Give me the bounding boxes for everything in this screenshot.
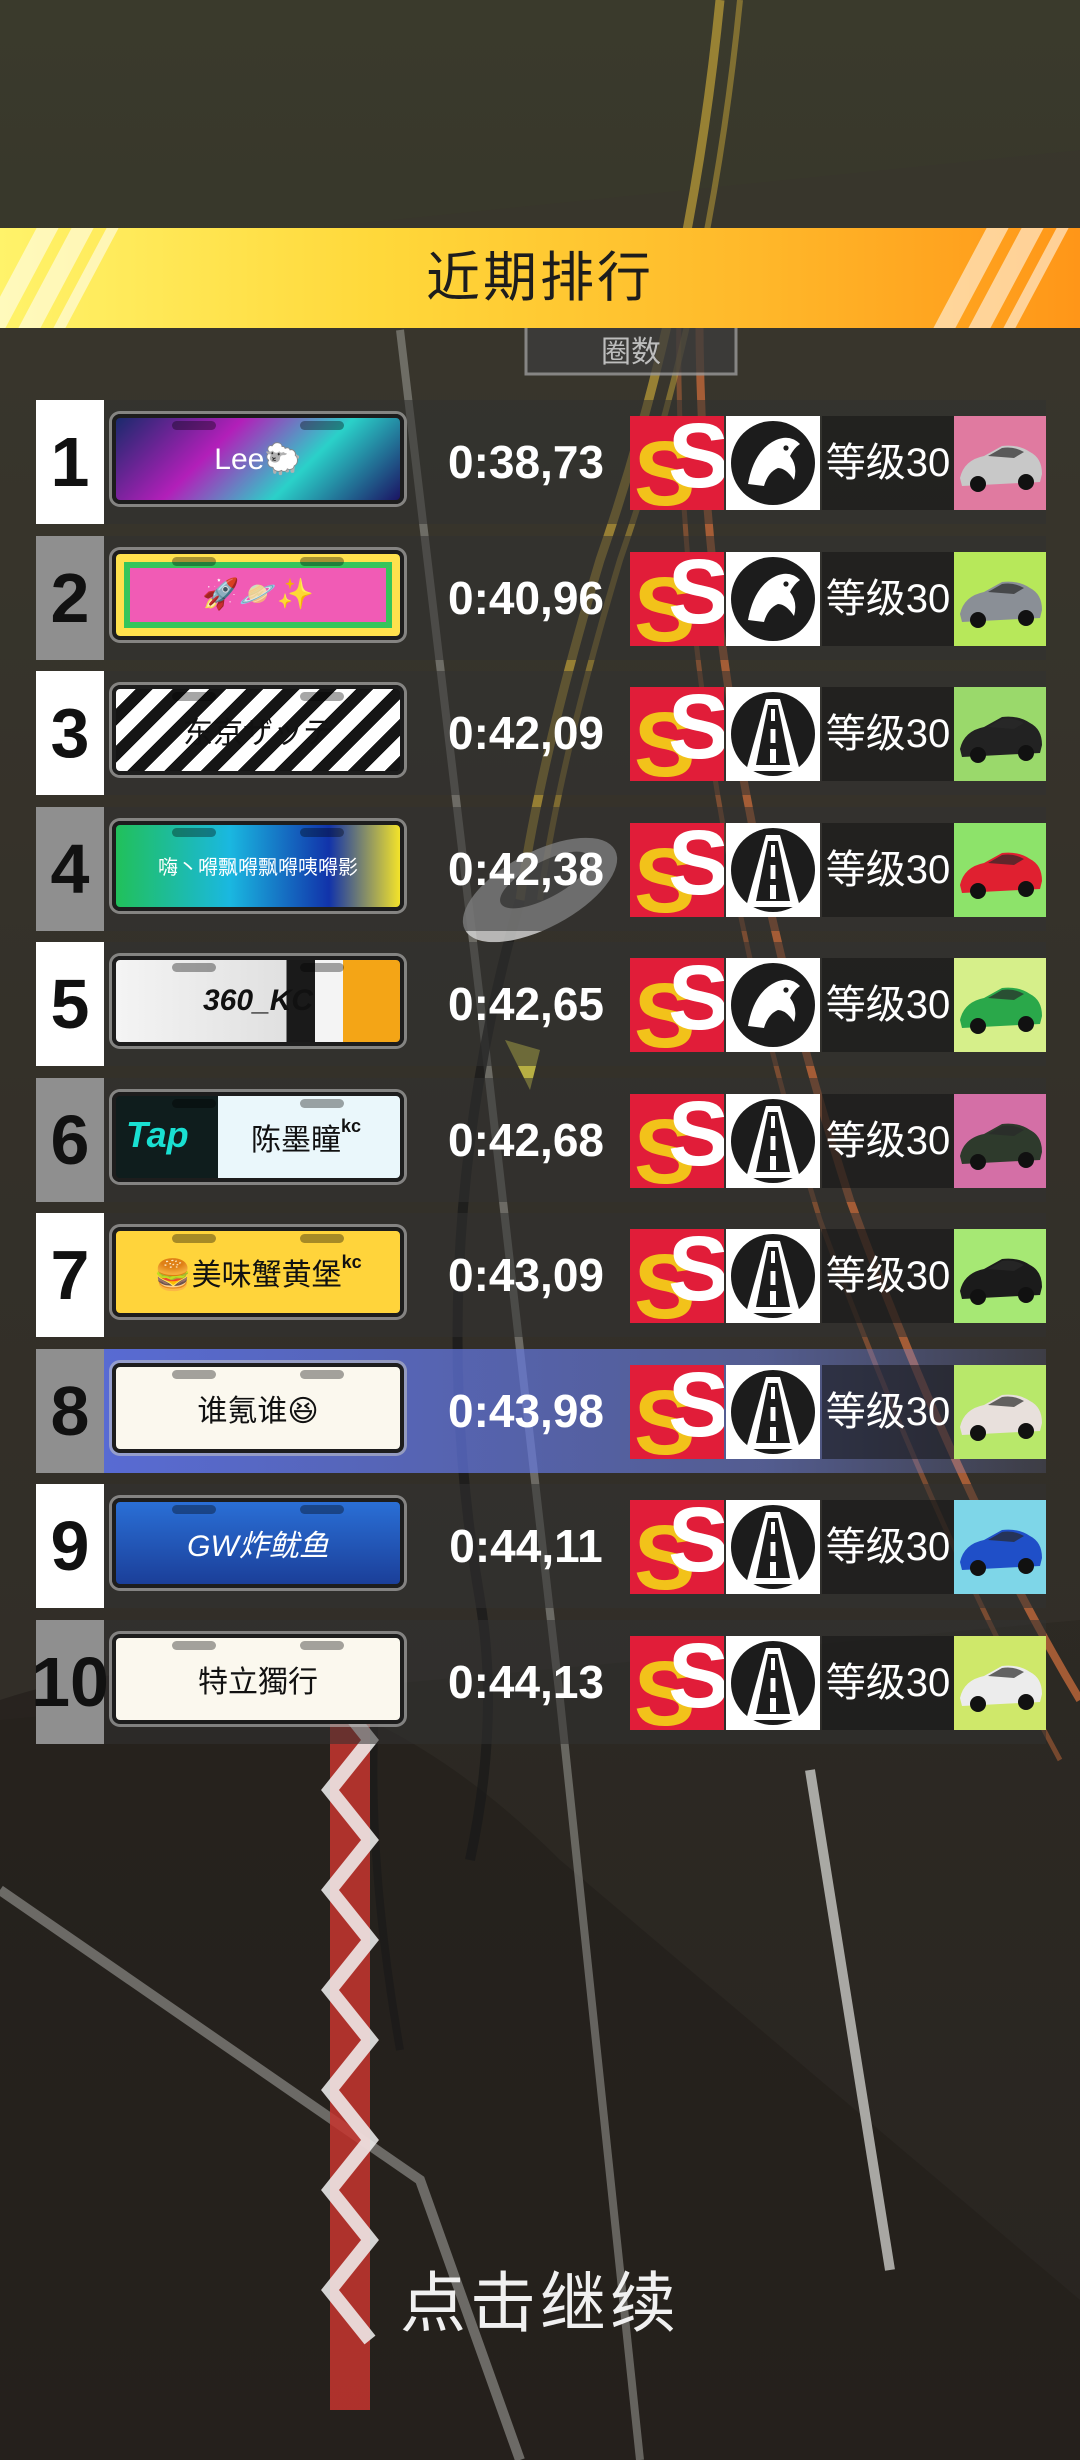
tap-logo-badge: Tap — [126, 1113, 189, 1155]
player-nameplate[interactable]: 嗨丶嘚飘嘚飘嘚咦嘚影 — [112, 820, 404, 911]
player-name-suffix: kc — [340, 1116, 362, 1136]
lap-time: 0:40,96 — [447, 571, 604, 624]
lap-time: 0:42,68 — [447, 1113, 604, 1166]
ss-rank-icon: SS — [630, 1500, 724, 1594]
lap-time: 0:42,65 — [447, 978, 604, 1030]
car-thumbnail[interactable] — [954, 958, 1046, 1052]
player-nameplate[interactable]: 特立獨行 — [112, 1633, 404, 1724]
player-name: Lee🐑 — [214, 442, 302, 476]
ss-rank-icon: SS — [630, 551, 724, 646]
car-thumbnail[interactable] — [954, 1229, 1046, 1323]
rank-number: 8 — [36, 1348, 104, 1473]
player-name-suffix: kc — [341, 1251, 362, 1272]
leaderboard-row: 4 嗨丶嘚飘嘚飘嘚咦嘚影 0:42,38 S S 等级30 — [36, 806, 1046, 931]
leaderboard-row: 9 GW炸鱿鱼 0:44,11 S S 等级30 — [36, 1484, 1046, 1608]
player-level: 等级30 — [822, 958, 954, 1052]
player-level: 等级30 — [822, 1093, 954, 1188]
lap-time: 0:43,98 — [447, 1384, 604, 1437]
road-icon — [726, 822, 820, 917]
player-nameplate[interactable]: 🚀🪐✨ — [112, 549, 404, 640]
player-nameplate[interactable]: Lee🐑 — [112, 414, 404, 504]
player-level: 等级30 — [822, 1229, 954, 1323]
road-icon — [726, 1364, 820, 1459]
lap-time: 0:44,11 — [449, 1520, 603, 1572]
lap-time: 0:43,09 — [447, 1249, 604, 1301]
leaderboard-row: 6 Tap 陈墨瞳 kc 0:42,68 S S 等级30 — [36, 1077, 1046, 1202]
player-nameplate[interactable]: GW炸鱿鱼 — [112, 1498, 404, 1588]
lap-sign-text: 圈数 — [601, 335, 661, 370]
player-nameplate[interactable]: 谁氪谁😆 — [112, 1362, 404, 1453]
page-title: 近期排行 — [426, 248, 654, 308]
leaderboard-row: 7 🍔美味蟹黄堡 kc 0:43,09 S S 等级30 — [36, 1213, 1046, 1337]
player-nameplate[interactable]: 东京ザッテ — [112, 685, 404, 775]
player-name: 🍔美味蟹黄堡 — [154, 1259, 342, 1292]
lap-time: 0:42,09 — [447, 707, 604, 759]
player-name: 谁氪谁😆 — [197, 1394, 319, 1428]
road-icon — [726, 1229, 820, 1323]
player-name: 嗨丶嘚飘嘚飘嘚咦嘚影 — [158, 857, 358, 879]
player-name: 东京ザッテ — [183, 717, 333, 750]
lap-time: 0:42,38 — [447, 842, 604, 895]
player-level: 等级30 — [822, 1635, 954, 1730]
rank-number: 7 — [36, 1213, 104, 1337]
rank-number: 5 — [36, 942, 104, 1066]
player-name: 特立獨行 — [198, 1665, 318, 1699]
rank-number: 4 — [36, 806, 104, 931]
ss-rank-icon: SS — [630, 1364, 724, 1459]
ss-rank-icon: SS — [630, 958, 724, 1052]
rank-number: 10 — [31, 1619, 109, 1744]
road-icon — [726, 687, 820, 781]
rank-number: 6 — [36, 1077, 104, 1202]
car-thumbnail[interactable] — [954, 822, 1046, 917]
ss-rank-icon: SS — [630, 416, 724, 510]
rank-number: 3 — [36, 671, 104, 795]
leaderboard-row: 10 特立獨行 0:44,13 S S 等级30 — [31, 1619, 1046, 1744]
road-icon — [726, 1093, 820, 1188]
player-level: 等级30 — [822, 687, 954, 781]
ss-rank-icon: SS — [630, 1229, 724, 1323]
leaderboard-title-banner: 近期排行 — [0, 228, 1080, 328]
horse-icon — [726, 416, 820, 510]
ss-rank-icon: SS — [630, 687, 724, 781]
leaderboard-row: 1 Lee🐑 0:38,73 S S 等级30 — [36, 400, 1046, 524]
player-level: 等级30 — [822, 822, 954, 917]
player-nameplate[interactable]: Tap 陈墨瞳 kc — [112, 1091, 404, 1182]
car-thumbnail[interactable] — [954, 416, 1046, 510]
leaderboard-row: 8 谁氪谁😆 0:43,98 S S 等级30 — [36, 1348, 1046, 1473]
car-thumbnail[interactable] — [954, 1364, 1046, 1459]
rank-number: 1 — [36, 400, 104, 524]
lap-time: 0:38,73 — [447, 436, 604, 488]
player-name: GW炸鱿鱼 — [187, 1530, 329, 1563]
player-nameplate[interactable]: 🍔美味蟹黄堡 kc — [112, 1227, 404, 1317]
player-name: 360_KC — [202, 984, 314, 1017]
road-icon — [726, 1635, 820, 1730]
car-thumbnail[interactable] — [954, 1635, 1046, 1730]
player-level: 等级30 — [822, 1364, 954, 1459]
player-name: 🚀🪐✨ — [201, 578, 315, 611]
ss-rank-icon: SS — [630, 1093, 724, 1188]
player-level: 等级30 — [822, 551, 954, 646]
car-thumbnail[interactable] — [954, 1093, 1046, 1188]
car-thumbnail[interactable] — [954, 551, 1046, 646]
leaderboard-row: 2 🚀🪐✨ 0:40,96 S S 等级30 — [36, 535, 1046, 660]
horse-icon — [726, 551, 820, 646]
player-level: 等级30 — [822, 416, 954, 510]
car-thumbnail[interactable] — [954, 1500, 1046, 1594]
lap-time: 0:44,13 — [447, 1655, 604, 1708]
car-thumbnail[interactable] — [954, 687, 1046, 781]
leaderboard-row: 5 360_KC 0:42,65 S S 等级30 — [36, 942, 1046, 1066]
leaderboard-row: 3 东京ザッテ 0:42,09 S S 等级30 — [36, 671, 1046, 795]
rank-number: 9 — [36, 1484, 104, 1608]
player-level: 等级30 — [822, 1500, 954, 1594]
rank-number: 2 — [36, 535, 104, 660]
tap-to-continue-prompt[interactable]: 点击继续 — [0, 2250, 1080, 2346]
horse-icon — [726, 958, 820, 1052]
player-name: 陈墨瞳 — [250, 1123, 341, 1157]
ss-rank-icon: SS — [630, 1635, 724, 1730]
road-icon — [726, 1500, 820, 1594]
player-nameplate[interactable]: 360_KC — [112, 956, 404, 1046]
ss-rank-icon: SS — [630, 822, 724, 917]
